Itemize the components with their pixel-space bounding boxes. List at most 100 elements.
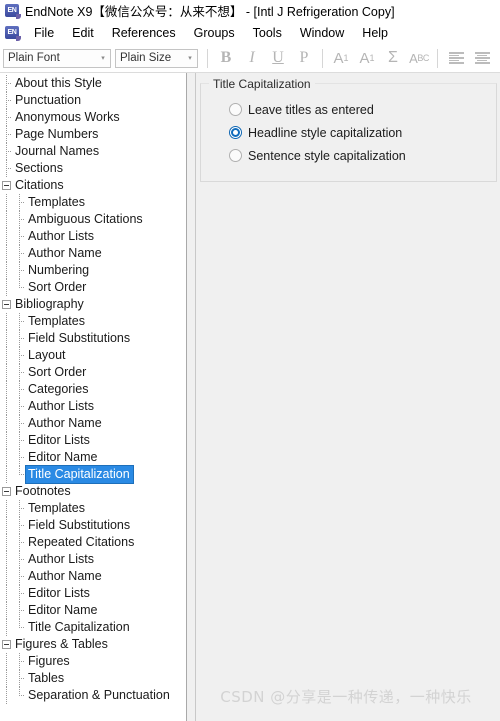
tree-item-title-capitalization[interactable]: Title Capitalization (0, 465, 186, 484)
bold-button[interactable]: B (213, 46, 239, 70)
radio-icon[interactable] (229, 103, 242, 116)
tree-guide-elbow (0, 126, 13, 143)
menu-item-file[interactable]: File (25, 24, 63, 42)
option-leave-titles-as-entered[interactable]: Leave titles as entered (229, 98, 486, 121)
tree-guide-elbow (13, 194, 26, 211)
tree-item-label: Layout (28, 348, 66, 362)
style-sections-tree[interactable]: About this Style Punctuation Anonymous Wor… (0, 73, 186, 721)
tree-item-templates[interactable]: Templates (0, 194, 186, 211)
tree-item-author-name[interactable]: Author Name (0, 245, 186, 262)
tree-item-sort-order[interactable]: Sort Order (0, 364, 186, 381)
tree-item-label: Field Substitutions (28, 331, 131, 345)
chevron-down-icon: ▾ (101, 54, 105, 62)
tree-collapse-icon[interactable] (0, 483, 13, 500)
tree-item-layout[interactable]: Layout (0, 347, 186, 364)
menu-item-window[interactable]: Window (291, 24, 353, 42)
tree-item-label: Editor Lists (28, 586, 90, 600)
tree-guide-elbow (0, 75, 13, 92)
tree-item-label: Author Name (28, 246, 102, 260)
tree-item-editor-name[interactable]: Editor Name (0, 602, 186, 619)
tree-item-field-substitutions[interactable]: Field Substitutions (0, 330, 186, 347)
menu-item-groups[interactable]: Groups (185, 24, 244, 42)
font-family-dropdown[interactable]: Plain Font ▾ (3, 48, 111, 68)
tree-item-categories[interactable]: Categories (0, 381, 186, 398)
tree-item-templates[interactable]: Templates (0, 500, 186, 517)
align-left-button[interactable] (443, 46, 469, 70)
tree-item-about-this-style[interactable]: About this Style (0, 75, 186, 92)
tree-item-ambiguous-citations[interactable]: Ambiguous Citations (0, 211, 186, 228)
tree-guide-elbow (13, 670, 26, 687)
tree-guide-elbow (13, 585, 26, 602)
tree-item-anonymous-works[interactable]: Anonymous Works (0, 109, 186, 126)
tree-item-bibliography[interactable]: Bibliography (0, 296, 186, 313)
plain-text-button[interactable]: P (291, 46, 317, 70)
tree-item-journal-names[interactable]: Journal Names (0, 143, 186, 160)
option-sentence-style-capitalization[interactable]: Sentence style capitalization (229, 144, 486, 167)
tree-guide-line (0, 653, 13, 670)
tree-item-author-name[interactable]: Author Name (0, 415, 186, 432)
panel-splitter[interactable] (186, 73, 196, 721)
tree-item-templates[interactable]: Templates (0, 313, 186, 330)
tree-item-field-substitutions[interactable]: Field Substitutions (0, 517, 186, 534)
tree-item-author-lists[interactable]: Author Lists (0, 551, 186, 568)
menu-item-help[interactable]: Help (353, 24, 397, 42)
tree-item-editor-lists[interactable]: Editor Lists (0, 432, 186, 449)
formatting-toolbar: Plain Font ▾ Plain Size ▾ B I U P A1 A1 … (0, 44, 500, 73)
font-size-dropdown[interactable]: Plain Size ▾ (115, 48, 198, 68)
tree-item-sort-order[interactable]: Sort Order (0, 279, 186, 296)
tree-item-footnotes[interactable]: Footnotes (0, 483, 186, 500)
subscript-button[interactable]: A1 (354, 46, 380, 70)
tree-guide-line (0, 381, 13, 398)
spellcheck-button[interactable]: A BC (406, 46, 432, 70)
radio-icon[interactable] (229, 149, 242, 162)
tree-item-editor-name[interactable]: Editor Name (0, 449, 186, 466)
insert-symbol-button[interactable]: Σ (380, 46, 406, 70)
tree-item-label: Anonymous Works (15, 110, 120, 124)
menu-item-tools[interactable]: Tools (244, 24, 291, 42)
radio-icon-selected[interactable] (229, 126, 242, 139)
tree-guide-line (0, 347, 13, 364)
tree-item-citations[interactable]: Citations (0, 177, 186, 194)
title-capitalization-groupbox: Title Capitalization Leave titles as ent… (200, 77, 497, 182)
underline-button[interactable]: U (265, 46, 291, 70)
tree-item-label: Field Substitutions (28, 518, 131, 532)
tree-guide-elbow (13, 279, 26, 296)
align-center-button[interactable] (469, 46, 495, 70)
tree-item-repeated-citations[interactable]: Repeated Citations (0, 534, 186, 551)
tree-item-editor-lists[interactable]: Editor Lists (0, 585, 186, 602)
endnote-app-icon: EN (5, 4, 21, 19)
option-headline-style-capitalization[interactable]: Headline style capitalization (229, 121, 486, 144)
tree-guide-elbow (13, 381, 26, 398)
tree-item-figures[interactable]: Figures (0, 653, 186, 670)
menu-item-references[interactable]: References (103, 24, 185, 42)
tree-item-label: Editor Name (28, 450, 98, 464)
tree-item-separation-punctuation[interactable]: Separation & Punctuation (0, 687, 186, 704)
tree-collapse-icon[interactable] (0, 636, 13, 653)
superscript-base: A (333, 49, 344, 67)
superscript-button[interactable]: A1 (328, 46, 354, 70)
tree-item-sections[interactable]: Sections (0, 160, 186, 177)
tree-collapse-icon[interactable] (0, 296, 13, 313)
tree-item-tables[interactable]: Tables (0, 670, 186, 687)
tree-item-numbering[interactable]: Numbering (0, 262, 186, 279)
tree-item-figures-tables[interactable]: Figures & Tables (0, 636, 186, 653)
tree-guide-elbow (13, 432, 26, 449)
tree-guide-line (0, 364, 13, 381)
window-title: EndNote X9【微信公众号：从来不想】 - [Intl J Refrige… (25, 5, 395, 19)
tree-item-title-capitalization[interactable]: Title Capitalization (0, 619, 186, 636)
toolbar-divider (322, 48, 323, 68)
tree-item-author-lists[interactable]: Author Lists (0, 398, 186, 415)
tree-item-author-lists[interactable]: Author Lists (0, 228, 186, 245)
tree-guide-elbow (13, 517, 26, 534)
tree-guide-elbow (0, 160, 13, 177)
menu-item-edit[interactable]: Edit (63, 24, 103, 42)
tree-collapse-icon[interactable] (0, 177, 13, 194)
tree-guide-elbow (13, 211, 26, 228)
tree-item-page-numbers[interactable]: Page Numbers (0, 126, 186, 143)
tree-guide-line (0, 415, 13, 432)
tree-guide-line (0, 313, 13, 330)
document-menu-icon[interactable]: EN (5, 26, 21, 41)
italic-button[interactable]: I (239, 46, 265, 70)
tree-item-author-name[interactable]: Author Name (0, 568, 186, 585)
tree-item-punctuation[interactable]: Punctuation (0, 92, 186, 109)
